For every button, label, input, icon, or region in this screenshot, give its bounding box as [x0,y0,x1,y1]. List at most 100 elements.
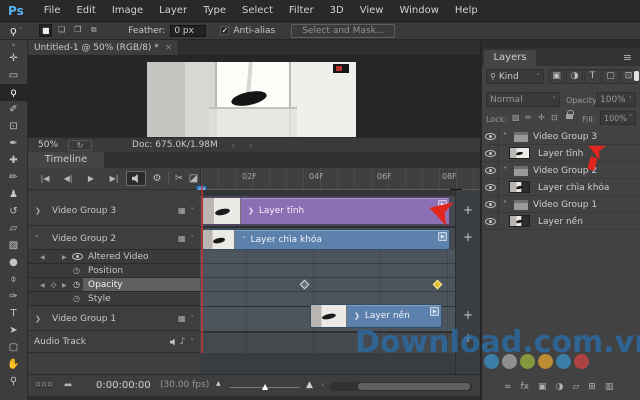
shape-tool[interactable]: ▢ [0,339,28,356]
layer-row-video-group-3[interactable]: ˅ Video Group 3 [482,128,640,145]
visibility-eye-icon[interactable] [485,150,496,157]
menu-edit[interactable]: Edit [68,0,103,22]
menu-help[interactable]: Help [447,0,486,22]
prev-keyframe-icon[interactable]: ◀ [40,282,45,289]
filter-toggle-pin[interactable] [634,71,639,81]
step-back-button[interactable]: ◀| [57,171,79,186]
step-forward-button[interactable]: ▶| [103,171,125,186]
visibility-eye-icon[interactable] [485,218,496,225]
stopwatch-icon[interactable]: ◷ [73,294,80,303]
music-note-icon[interactable]: ♪ [180,337,186,347]
layer-row-layer-chia-khoa[interactable]: Layer chìa khóa [482,179,640,196]
menu-view[interactable]: View [352,0,392,22]
new-group-icon[interactable]: ▱ [572,382,579,392]
menu-file[interactable]: File [36,0,69,22]
add-keyframe-diamond-icon[interactable]: ◇ [51,281,56,289]
collapse-tools-icon[interactable]: » [11,40,15,50]
link-layers-icon[interactable]: ∞ [504,382,512,392]
status-sync-icon[interactable]: ↻ [68,139,93,151]
type-tool[interactable]: T [0,305,28,322]
track-header-video-group-3[interactable]: ❯ Video Group 3 ▦ ˅ [28,196,200,226]
layer-effects-icon[interactable]: fx [521,382,530,392]
new-layer-icon[interactable]: ⊞ [588,382,596,392]
add-media-button[interactable]: + [463,230,473,244]
layer-row-video-group-2[interactable]: ˅ Video Group 2 [482,162,640,179]
layer-thumbnail[interactable] [509,147,530,159]
marquee-tool[interactable]: ▭ [0,67,28,84]
menu-filter[interactable]: Filter [281,0,322,22]
shape-layer-filter-icon[interactable]: ▢ [602,69,619,84]
menu-select[interactable]: Select [234,0,281,22]
property-row-opacity[interactable]: ◀ ◇ ▶ ◷ Opacity [28,278,200,292]
quick-selection-tool[interactable]: ✐ [0,101,28,118]
subtract-selection-button[interactable]: ❐ [71,24,84,37]
hand-tool[interactable]: ✋ [0,356,28,373]
fill-dropdown[interactable]: 100% ˅ [600,111,636,125]
select-and-mask-button[interactable]: Select and Mask... [291,23,396,38]
blur-tool[interactable]: ● [0,254,28,271]
next-keyframe-icon[interactable]: ▶ [62,254,67,261]
close-document-icon[interactable]: × [165,43,173,53]
timeline-settings-gear-icon[interactable]: ⚙ [150,171,164,186]
zoom-level-field[interactable]: 50% [38,140,58,150]
clip-layer-tinh[interactable]: ❯ Layer tĩnh ▸ [202,197,450,225]
lock-position-icon[interactable]: ✛ [538,113,545,122]
zoom-slider-thumb[interactable]: ▲ [262,382,268,391]
visibility-eye-icon[interactable] [485,133,496,140]
pixel-layer-filter-icon[interactable]: ▣ [548,69,565,84]
go-first-frame-button[interactable]: |◀ [34,171,56,186]
clip-caret-icon[interactable]: ❯ [354,312,360,320]
dodge-tool[interactable]: ⌽ [0,271,28,288]
audio-menu-caret-icon[interactable]: ˅ [191,338,195,346]
lock-artboard-icon[interactable]: ⊡ [551,113,558,122]
layer-thumbnail[interactable] [509,215,530,227]
export-arrow-icon[interactable]: ➦ [64,380,72,391]
layer-row-video-group-1[interactable]: ˅ Video Group 1 [482,196,640,213]
next-keyframe-icon[interactable]: ▶ [62,282,67,289]
visibility-eye-icon[interactable] [485,184,496,191]
layer-row-layer-tinh[interactable]: Layer tĩnh [482,145,640,162]
type-layer-filter-icon[interactable]: T [584,69,601,84]
prev-keyframe-icon[interactable]: ◀ [40,254,45,261]
altered-video-eye-icon[interactable] [72,253,83,260]
layer-thumbnail[interactable] [509,181,530,193]
blend-mode-dropdown[interactable]: Normal ˅ [486,92,560,107]
track-header-audio[interactable]: Audio Track ♪ ˅ [28,331,200,353]
clip-caret-icon[interactable]: ❯ [248,207,254,215]
stopwatch-icon[interactable]: ◷ [73,266,80,275]
history-brush-tool[interactable]: ↺ [0,203,28,220]
path-selection-tool[interactable]: ➤ [0,322,28,339]
adjustment-layer-filter-icon[interactable]: ◑ [566,69,583,84]
tool-preset-caret-icon[interactable]: ˅ [19,27,23,35]
panel-menu-icon[interactable]: ≡ [623,51,632,64]
track-header-video-group-2[interactable]: ˅ Video Group 2 ▦ ˅ [28,228,200,250]
audio-speaker-icon[interactable] [169,338,175,346]
group-caret-icon[interactable]: ˅ [503,200,507,209]
lasso-tool[interactable]: ϙ [0,84,28,101]
track-menu-caret-icon[interactable]: ˅ [191,315,195,323]
lock-pixels-icon[interactable]: ✏ [525,113,532,122]
brush-tool[interactable]: ✏ [0,169,28,186]
group-caret-icon[interactable]: ˅ [503,132,507,141]
new-selection-button[interactable]: ■ [39,24,53,37]
healing-brush-tool[interactable]: ✚ [0,152,28,169]
menu-3d[interactable]: 3D [322,0,352,22]
track-header-video-group-1[interactable]: ❯ Video Group 1 ▦ ˅ [28,306,200,331]
feather-input[interactable] [170,24,207,37]
antialias-checkbox[interactable]: ✓ [220,26,230,35]
track-menu-caret-icon[interactable]: ˅ [191,235,195,243]
pen-tool[interactable]: ✑ [0,288,28,305]
visibility-eye-icon[interactable] [485,201,496,208]
track-menu-caret-icon[interactable]: ˅ [191,207,195,215]
transition-icon[interactable]: ◪ [187,171,200,186]
clip-caret-icon[interactable]: ˅ [242,236,246,244]
flipbook-frames-icon[interactable]: ▫▫▫ [36,380,53,388]
timeline-hscrollbar-thumb[interactable] [358,383,470,390]
visibility-eye-icon[interactable] [485,167,496,174]
document-tab[interactable]: Untitled-1 @ 50% (RGB/8) * × [28,40,180,55]
collapse-caret-icon[interactable]: ❯ [35,315,41,323]
split-clip-scissors-icon[interactable]: ✂ [172,171,186,186]
add-media-button[interactable]: + [463,308,473,322]
gradient-tool[interactable]: ▧ [0,237,28,254]
group-caret-icon[interactable]: ˅ [503,166,507,175]
